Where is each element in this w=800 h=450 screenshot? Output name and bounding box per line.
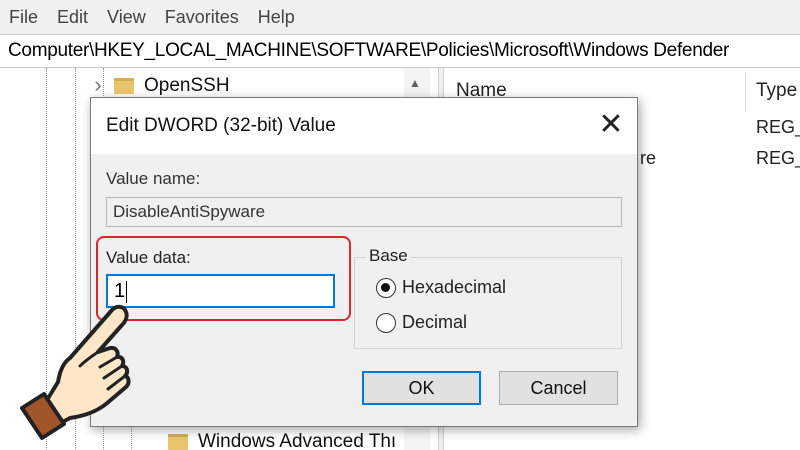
menu-favorites[interactable]: Favorites [156, 0, 249, 34]
registry-editor-window: File Edit View Favorites Help Computer\H… [0, 0, 800, 450]
base-groupbox [354, 257, 622, 349]
folder-icon [114, 78, 134, 94]
value-data-label: Value data: [106, 248, 191, 267]
hand-pointer-icon [20, 304, 131, 440]
radio-decimal[interactable]: Decimal [376, 312, 467, 333]
close-icon[interactable]: ✕ [595, 110, 627, 141]
value-name-label: Value name: [106, 169, 201, 188]
menu-help[interactable]: Help [249, 0, 305, 34]
menu-bar: File Edit View Favorites Help [0, 0, 800, 34]
menu-edit[interactable]: Edit [48, 0, 98, 34]
menu-view[interactable]: View [98, 0, 156, 34]
value-name-text: DisableAntiSpyware [113, 202, 266, 221]
radio-checked-icon[interactable] [376, 277, 396, 298]
dialog-title: Edit DWORD (32-bit) Value [106, 115, 336, 136]
value-data-text: 1 [114, 280, 126, 302]
tree-item-label: OpenSSH [144, 75, 230, 96]
column-header-type[interactable]: Type [756, 68, 797, 114]
column-divider[interactable] [745, 72, 746, 112]
ok-button[interactable]: OK [362, 371, 481, 405]
radio-label-hexadecimal: Hexadecimal [402, 277, 507, 297]
value-row-type[interactable]: REG_ [756, 148, 800, 169]
value-row-type[interactable]: REG_ [756, 117, 800, 138]
dialog-titlebar[interactable]: Edit DWORD (32-bit) Value ✕ [91, 98, 637, 154]
address-path: Computer\HKEY_LOCAL_MACHINE\SOFTWARE\Pol… [8, 40, 730, 61]
base-label: Base [366, 246, 411, 266]
menu-file[interactable]: File [0, 0, 48, 34]
scroll-up-icon[interactable]: ▲ [409, 76, 421, 90]
chevron-right-icon[interactable]: › [88, 74, 108, 96]
folder-icon [168, 434, 188, 450]
address-bar[interactable]: Computer\HKEY_LOCAL_MACHINE\SOFTWARE\Pol… [0, 34, 800, 68]
radio-hexadecimal[interactable]: Hexadecimal [376, 277, 506, 298]
radio-label-decimal: Decimal [402, 312, 468, 332]
radio-unchecked-icon[interactable] [376, 312, 396, 333]
tree-item-windows-advanced[interactable]: Windows Advanced Thı [144, 425, 396, 450]
edit-dword-dialog: Edit DWORD (32-bit) Value ✕ Value name: … [90, 97, 638, 427]
value-name-field: DisableAntiSpyware [106, 197, 622, 227]
value-row-name[interactable]: re [640, 148, 656, 169]
tree-item-label: Windows Advanced Thı [198, 431, 397, 450]
cancel-button[interactable]: Cancel [499, 371, 618, 405]
